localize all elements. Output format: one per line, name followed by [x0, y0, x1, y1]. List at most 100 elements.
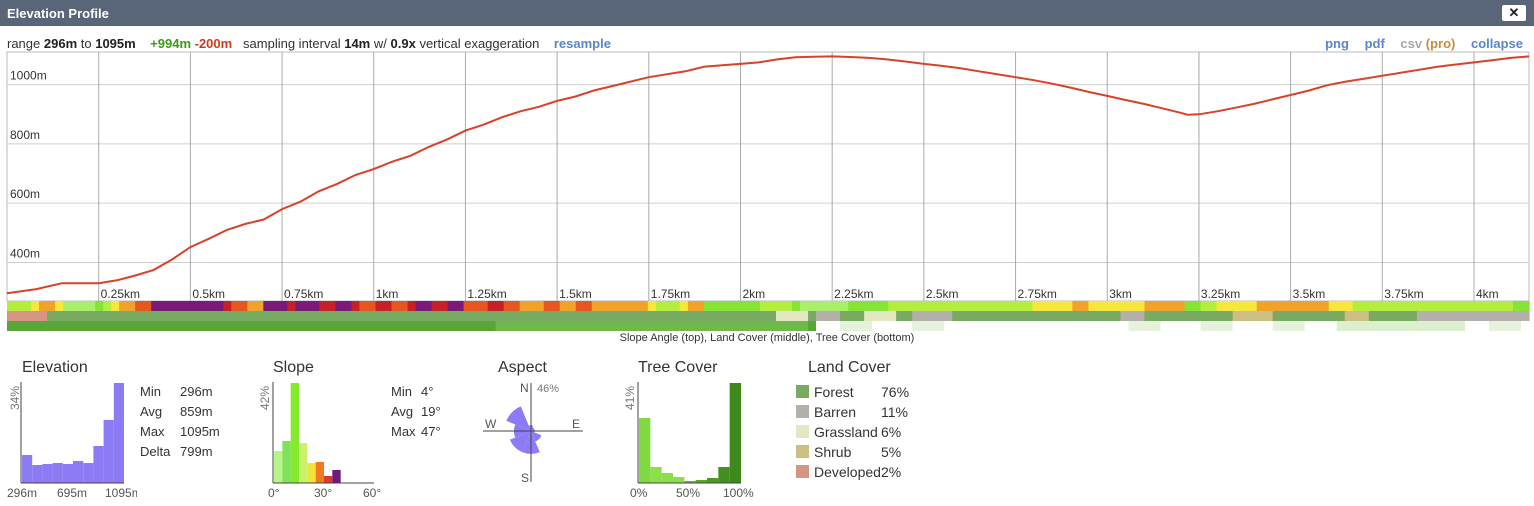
treecover-strip-cell — [1520, 321, 1530, 331]
treecover-strip-cell — [239, 321, 248, 331]
treecover-strip-cell — [1128, 321, 1138, 331]
png-link[interactable]: png — [1325, 36, 1349, 51]
treecover-strip-cell — [599, 321, 609, 331]
x-tick-label: 3km — [1109, 287, 1132, 301]
slope-strip-cell — [751, 301, 761, 311]
treecover-strip-cell — [687, 321, 697, 331]
pdf-link[interactable]: pdf — [1365, 36, 1385, 51]
slope-strip-cell — [535, 301, 545, 311]
slope-strip-cell — [103, 301, 112, 311]
landcover-strip-cell — [1208, 311, 1218, 321]
treecover-strip-cell — [1000, 321, 1009, 331]
landcover-strip-cell — [639, 311, 649, 321]
elevation-profile-chart[interactable]: 400m 600m 800m 1000m 0.25km 0.5km 0.75km 1km 1.… — [0, 50, 1534, 332]
treecover-strip-cell — [359, 321, 369, 331]
treecover-strip-cell — [655, 321, 665, 331]
slope-strip-cell — [479, 301, 489, 311]
slope-strip-cell — [1096, 301, 1106, 311]
treecover-strip-cell — [1456, 321, 1466, 331]
histogram-bar — [274, 451, 283, 483]
histogram-bar — [83, 463, 94, 483]
x-tick-label: 1.75km — [651, 287, 690, 301]
treecover-strip-cell — [1408, 321, 1418, 331]
close-button[interactable]: ✕ — [1502, 5, 1526, 21]
shrub-swatch — [796, 445, 809, 458]
collapse-link[interactable]: collapse — [1471, 36, 1523, 51]
slope-strip-cell — [207, 301, 216, 311]
landcover-strip-cell — [543, 311, 553, 321]
x-tick-label: 0.5km — [192, 287, 225, 301]
slope-strip-cell — [567, 301, 577, 311]
slope-strip-cell — [15, 301, 24, 311]
treecover-strip-cell — [567, 321, 577, 331]
slope-hist-xlabel-min: 0° — [268, 486, 280, 500]
slope-strip-cell — [1064, 301, 1073, 311]
treecover-strip-cell — [1488, 321, 1498, 331]
landcover-strip-cell — [431, 311, 441, 321]
slope-strip-cell — [215, 301, 224, 311]
landcover-strip-cell — [487, 311, 497, 321]
treecover-strip-cell — [1216, 321, 1226, 331]
tree-panel-title: Tree Cover — [638, 359, 718, 376]
slope-strip-cell — [471, 301, 481, 311]
treecover-strip-cell — [711, 321, 721, 331]
landcover-strip-cell — [607, 311, 617, 321]
treecover-strip-cell — [1032, 321, 1041, 331]
histogram-bar — [729, 383, 741, 483]
histogram-bar — [32, 465, 43, 483]
treecover-strip-cell — [119, 321, 128, 331]
slope-strip-cell — [896, 301, 905, 311]
treecover-strip-cell — [663, 321, 673, 331]
slope-strip-cell — [151, 301, 160, 311]
treecover-strip-cell — [872, 321, 881, 331]
treecover-strip-cell — [183, 321, 192, 331]
landcover-strip-cell — [727, 311, 737, 321]
treecover-strip-cell — [1464, 321, 1474, 331]
slope-strip-cell — [1392, 301, 1402, 311]
treecover-strip-cell — [792, 321, 801, 331]
slope-strip-cell — [1256, 301, 1266, 311]
resample-link[interactable]: resample — [554, 36, 611, 51]
landcover-strip-cell — [1368, 311, 1378, 321]
treecover-strip-cell — [1232, 321, 1242, 331]
treecover-strip-cell — [1392, 321, 1402, 331]
range-prefix: range — [7, 36, 41, 51]
landcover-strip-cell — [1080, 311, 1090, 321]
landcover-strip-cell — [383, 311, 393, 321]
treecover-strip-cell — [1136, 321, 1146, 331]
landcover-strip-cell — [968, 311, 977, 321]
elevation-stat-min: Min 296m — [140, 384, 213, 399]
slope-strip-cell — [960, 301, 969, 311]
landcover-strip-cell — [1304, 311, 1314, 321]
treecover-strip-cell — [944, 321, 953, 331]
slope-strip-cell — [984, 301, 993, 311]
treecover-strip-cell — [559, 321, 569, 331]
treecover-strip-cell — [1080, 321, 1090, 331]
window-titlebar: Elevation Profile ✕ — [0, 0, 1534, 26]
histogram-bar — [332, 470, 341, 483]
treecover-strip-cell — [311, 321, 321, 331]
landcover-strip-cell — [591, 311, 601, 321]
treecover-strip-cell — [1256, 321, 1266, 331]
landcover-strip-cell — [647, 311, 657, 321]
treecover-strip-cell — [1432, 321, 1442, 331]
treecover-strip-cell — [776, 321, 785, 331]
slope-strip-cell — [199, 301, 208, 311]
treecover-strip-cell — [199, 321, 208, 331]
landcover-strip-cell — [1192, 311, 1202, 321]
landcover-strip-cell — [1360, 311, 1370, 321]
histogram-bar — [62, 464, 73, 483]
landcover-strip-cell — [703, 311, 713, 321]
slope-strip-cell — [1080, 301, 1090, 311]
slope-strip-cell — [1192, 301, 1202, 311]
slope-strip-cell — [407, 301, 417, 311]
y-tick-label: 800m — [10, 128, 40, 142]
slope-strip-cell — [1216, 301, 1226, 311]
landcover-strip-cell — [1504, 311, 1514, 321]
landcover-strip-cell — [359, 311, 369, 321]
csv-link[interactable]: csv (pro) — [1400, 36, 1455, 51]
treecover-strip-cell — [207, 321, 216, 331]
landcover-strip-cell — [375, 311, 385, 321]
landcover-strip-cell — [1384, 311, 1394, 321]
treecover-strip-cell — [127, 321, 136, 331]
